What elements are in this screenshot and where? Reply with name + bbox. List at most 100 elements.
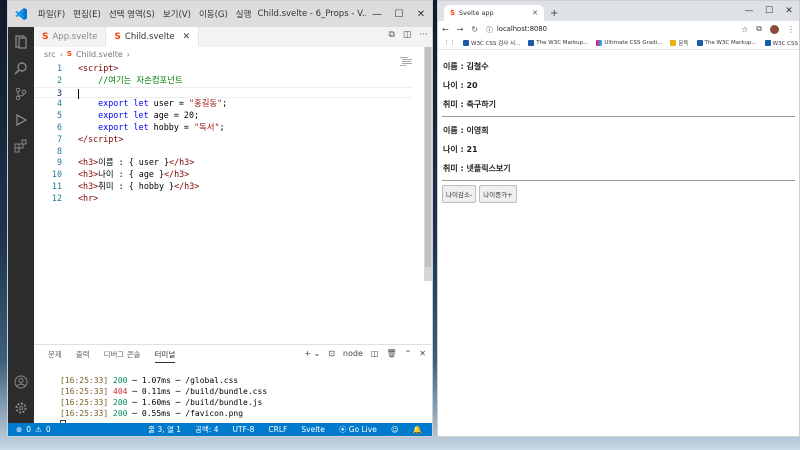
line-content[interactable]: <h3>이름 : { user }</h3> [78,157,194,169]
menu-file[interactable]: 파일(F) [34,8,69,20]
bookmark-item[interactable]: The W3C Markup... [696,40,757,46]
maximize-button[interactable]: ☐ [388,1,410,27]
bookmark-item[interactable]: W3C CSS 검사 서... [463,39,520,47]
minimap[interactable] [400,57,414,71]
code-line[interactable]: 8 [34,146,412,158]
menu-dots-icon[interactable]: ⋮ [787,25,795,34]
split-editor-icon[interactable]: ◫ [403,30,412,40]
more-actions-icon[interactable]: ··· [419,30,428,40]
settings-gear-icon[interactable] [12,399,30,417]
bookmark-item[interactable]: 문득 [670,39,689,47]
line-content[interactable]: <h3>나이 : { age }</h3> [78,169,189,181]
menu-edit[interactable]: 편집(E) [69,8,105,20]
bookmark-star-icon[interactable]: ☆ [741,25,748,34]
line-content[interactable]: <hr> [78,193,98,205]
profile-avatar[interactable] [770,24,779,34]
code-line[interactable]: 11 <h3>취미 : { hobby }</h3> [34,181,412,193]
code-line[interactable]: 2 //여기는 자손컴포넌트 [34,75,412,87]
reload-icon[interactable]: ↻ [471,25,478,34]
terminal-output[interactable]: [16:25:33] 200 ─ 1.07ms ─ /global.css [16… [60,375,267,430]
close-button[interactable]: ✕ [410,1,432,27]
back-icon[interactable]: ← [442,25,449,34]
line-content[interactable]: //여기는 자손컴포넌트 [78,75,182,87]
minimize-button[interactable]: — [366,1,388,27]
new-tab-button[interactable]: + [544,8,564,21]
menu-selection[interactable]: 선택 영역(S) [105,8,159,20]
tab-problems[interactable]: 문제 [48,349,62,363]
explorer-icon[interactable] [12,33,30,51]
line-content[interactable]: </script> [78,134,123,146]
extensions-icon[interactable] [12,137,30,155]
tab-app-svelte[interactable]: S App.svelte [34,27,107,47]
maximize-panel-icon[interactable]: ⌃ [405,349,412,358]
http-status: 404 [113,387,128,396]
browser-tab[interactable]: S Svelte app ✕ [444,5,544,21]
line-content[interactable]: <h3>취미 : { hobby }</h3> [78,181,199,193]
menu-run[interactable]: 실행 [232,8,256,20]
tab-output[interactable]: 출력 [76,349,90,363]
account-icon[interactable] [12,373,30,391]
code-line[interactable]: 12 <hr> [34,193,412,205]
close-panel-icon[interactable]: ✕ [419,349,426,358]
address-bar[interactable]: ⓘ localhost:8080 [486,24,733,34]
close-tab-icon[interactable]: ✕ [183,32,191,42]
breadcrumb-src[interactable]: src [44,50,56,59]
bookmark-item[interactable]: The W3C Markup... [528,40,588,46]
maximize-button[interactable]: ☐ [759,6,779,16]
tab-debug-console[interactable]: 디버그 콘솔 [104,349,141,363]
gradient-icon [596,40,603,46]
trash-icon[interactable]: 🗑 [386,349,396,358]
code-line[interactable]: 7 </script> [34,134,412,146]
search-icon[interactable] [12,59,30,77]
indent-spaces[interactable]: 공백: 4 [195,424,218,435]
bell-icon[interactable]: 🔔 [413,425,422,434]
forward-icon[interactable]: → [457,25,464,34]
age-increase-button[interactable]: 나이증가+ [479,185,517,203]
code-line[interactable]: 6 export let hobby = "독서"; [34,122,412,134]
run-debug-icon[interactable] [12,111,30,129]
code-line[interactable]: 4 export let user = "홍길동"; [34,98,412,110]
breadcrumb-file[interactable]: Child.svelte [76,50,123,59]
new-terminal-icon[interactable]: + ⌄ [304,349,320,358]
go-live-button[interactable]: ⦿ Go Live [339,424,377,435]
tab-terminal[interactable]: 터미널 [154,349,176,363]
code-line[interactable]: 5 export let age = 20; [34,110,412,122]
close-tab-icon[interactable]: ✕ [532,9,538,17]
line-content[interactable]: export let age = 20; [78,110,199,122]
code-line[interactable]: 3 [34,86,412,99]
source-control-icon[interactable] [12,85,30,103]
feedback-icon[interactable]: ☺ [391,425,399,434]
open-changes-icon[interactable]: ⧉ [388,30,394,40]
language-mode[interactable]: Svelte [301,425,324,434]
minimize-button[interactable]: — [739,6,759,16]
url-text[interactable]: localhost:8080 [497,25,547,33]
code-line[interactable]: 10 <h3>나이 : { age }</h3> [34,169,412,181]
menu-view[interactable]: 보기(V) [159,8,195,20]
warning-count[interactable]: 0 [46,425,51,434]
tab-child-svelte[interactable]: S Child.svelte ✕ [106,27,200,47]
error-icon[interactable]: ⊗ [16,425,22,434]
split-terminal-icon[interactable]: ◫ [371,349,379,358]
line-content[interactable]: export let user = "홍길동"; [78,98,227,110]
error-count[interactable]: 0 [26,425,31,434]
code-line[interactable]: 9 <h3>이름 : { user }</h3> [34,157,412,169]
warning-icon[interactable]: ⚠ [35,425,42,434]
info-icon[interactable]: ⓘ [486,24,493,34]
bookmark-item[interactable]: W3C CSS 검사 서... [764,39,799,47]
terminal-name[interactable]: node [343,349,363,358]
vertical-scrollbar[interactable] [424,47,432,281]
apps-grid-icon[interactable]: ⋮⋮ [444,40,455,46]
close-button[interactable]: ✕ [779,6,799,16]
line-content[interactable]: export let hobby = "독서"; [78,122,224,134]
extensions-puzzle-icon[interactable]: ⧉ [756,24,762,34]
cursor-position[interactable]: 줄 3, 열 1 [148,424,181,435]
code-line[interactable]: 1 <script> [34,63,412,75]
line-ending[interactable]: CRLF [268,425,287,434]
encoding[interactable]: UTF-8 [233,425,255,434]
code-editor[interactable]: 1 <script> 2 //여기는 자손컴포넌트 3 4 export let use… [34,63,412,231]
menu-go[interactable]: 이동(G) [195,8,232,20]
line-content[interactable]: <script> [78,63,118,75]
bookmark-item[interactable]: Ultimate CSS Gradi... [596,40,662,46]
age-decrease-button[interactable]: 나이감소- [442,185,477,203]
scrollbar-thumb[interactable] [425,47,431,267]
